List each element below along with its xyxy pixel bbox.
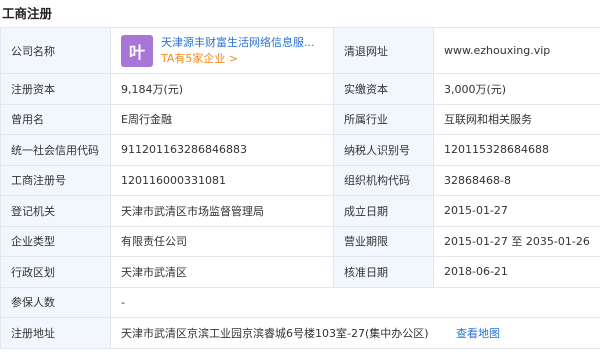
- table-row: 工商注册号 120116000331081 组织机构代码 32868468-8: [0, 164, 600, 196]
- row-label: 统一社会信用代码: [0, 134, 111, 166]
- table-row: 登记机关 天津市武清区市场监督管理局 成立日期 2015-01-27: [0, 195, 600, 227]
- table-row: 统一社会信用代码 911201163286846883 纳税人识别号 12011…: [0, 134, 600, 166]
- view-map-link[interactable]: 查看地图: [456, 327, 500, 340]
- address-cell: 天津市武清区京滨工业园京滨睿城6号楼103室-27(集中办公区) 查看地图: [110, 317, 600, 349]
- website-label: 清退网址: [333, 27, 434, 74]
- row-label: 曾用名: [0, 103, 111, 135]
- row-value: 120115328684688: [433, 134, 600, 166]
- row-label: 注册资本: [0, 73, 111, 105]
- row-label: 工商注册号: [0, 164, 111, 196]
- row-label: 组织机构代码: [333, 164, 434, 196]
- row-value: 3,000万(元): [433, 73, 600, 105]
- website-value: www.ezhouxing.vip: [433, 27, 600, 74]
- row-label: 注册地址: [0, 317, 111, 349]
- row-label: 成立日期: [333, 195, 434, 227]
- row-label: 参保人数: [0, 286, 111, 318]
- table-row: 注册地址 天津市武清区京滨工业园京滨睿城6号楼103室-27(集中办公区) 查看…: [0, 317, 600, 349]
- row-label: 企业类型: [0, 225, 111, 257]
- row-label: 实缴资本: [333, 73, 434, 105]
- company-logo[interactable]: 叶: [121, 34, 153, 67]
- row-value: 天津市武清区: [110, 256, 334, 288]
- row-label: 核准日期: [333, 256, 434, 288]
- table-row: 注册资本 9,184万(元) 实缴资本 3,000万(元): [0, 73, 600, 105]
- section-title: 工商注册: [2, 6, 53, 21]
- row-value: -: [110, 286, 600, 318]
- row-value: 天津市武清区市场监督管理局: [110, 195, 334, 227]
- row-label: 所属行业: [333, 103, 434, 135]
- row-value: 911201163286846883: [110, 134, 334, 166]
- company-cell: 叶 天津源丰财富生活网络信息服... TA有5家企业 >: [110, 27, 334, 74]
- row-value: 2015-01-27 至 2035-01-26: [433, 225, 600, 257]
- row-value: 120116000331081: [110, 164, 334, 196]
- company-count-link[interactable]: TA有5家企业 >: [161, 51, 315, 67]
- table-row: 公司名称 叶 天津源丰财富生活网络信息服... TA有5家企业 > 清退网址 w…: [0, 27, 600, 74]
- row-value: 9,184万(元): [110, 73, 334, 105]
- table-row: 参保人数 -: [0, 286, 600, 318]
- row-value: 有限责任公司: [110, 225, 334, 257]
- row-value: 2018-06-21: [433, 256, 600, 288]
- row-label: 登记机关: [0, 195, 111, 227]
- row-value: 互联网和相关服务: [433, 103, 600, 135]
- row-label: 行政区划: [0, 256, 111, 288]
- table-row: 企业类型 有限责任公司 营业期限 2015-01-27 至 2035-01-26: [0, 225, 600, 257]
- table-row: 行政区划 天津市武清区 核准日期 2018-06-21: [0, 256, 600, 288]
- company-name-label: 公司名称: [0, 27, 111, 74]
- row-label: 营业期限: [333, 225, 434, 257]
- address-value: 天津市武清区京滨工业园京滨睿城6号楼103室-27(集中办公区): [121, 326, 429, 340]
- row-label: 纳税人识别号: [333, 134, 434, 166]
- row-value: 2015-01-27: [433, 195, 600, 227]
- row-value: 32868468-8: [433, 164, 600, 196]
- table-row: 曾用名 E周行金融 所属行业 互联网和相关服务: [0, 103, 600, 135]
- company-name-link[interactable]: 天津源丰财富生活网络信息服...: [161, 35, 315, 51]
- business-registration-table: 公司名称 叶 天津源丰财富生活网络信息服... TA有5家企业 > 清退网址 w…: [0, 27, 600, 349]
- row-value: E周行金融: [110, 103, 334, 135]
